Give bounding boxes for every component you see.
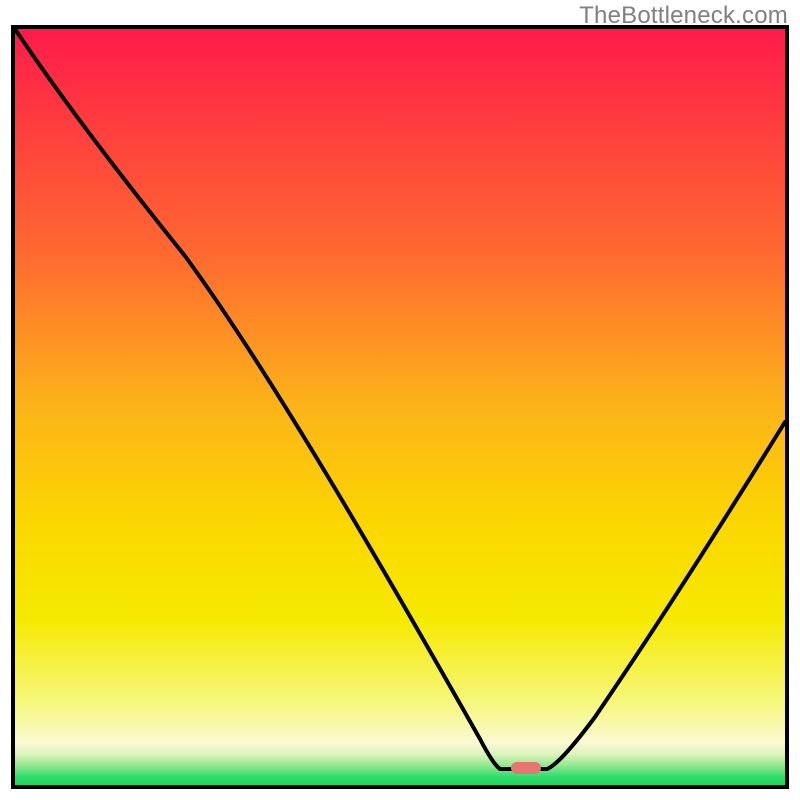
chart-frame	[11, 25, 789, 789]
chart-background-gradient	[15, 29, 785, 785]
optimal-point-marker	[511, 762, 541, 774]
